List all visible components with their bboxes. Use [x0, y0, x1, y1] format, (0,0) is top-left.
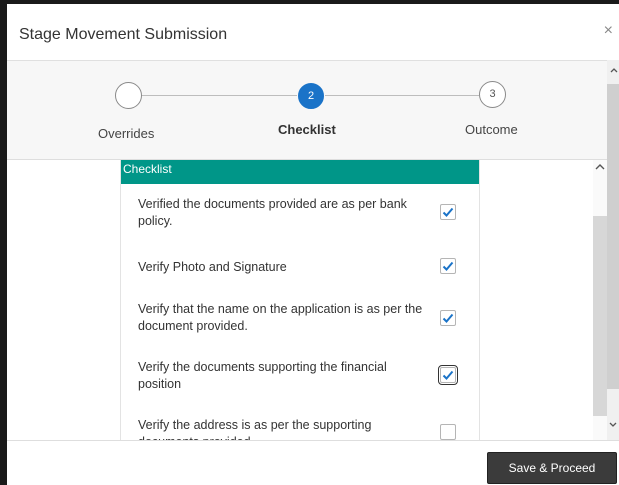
checklist-item-2: Verify Photo and Signature [138, 260, 287, 274]
checklist-item-4: Verify the documents supporting the fina… [138, 360, 387, 391]
checklist-item-5: Verify the address is as per the support… [138, 418, 372, 440]
checklist-scrollbar-thumb[interactable] [593, 216, 607, 416]
checklist-header: Checklist [121, 160, 479, 184]
chevron-up-icon[interactable] [595, 162, 605, 174]
window-frame-left [0, 0, 7, 485]
step-2-circle[interactable]: 2 [298, 83, 324, 109]
step-2-label[interactable]: Checklist [278, 122, 336, 137]
chevron-up-icon[interactable] [610, 64, 618, 76]
step-1-label[interactable]: Overrides [98, 126, 154, 141]
checklist-checkbox-1[interactable] [440, 204, 456, 220]
checklist-item-3: Verify that the name on the application … [138, 302, 423, 333]
check-icon [442, 261, 454, 271]
check-icon [442, 207, 454, 217]
step-3-circle[interactable]: 3 [479, 81, 506, 108]
checklist-panel: Checklist Verified the documents provide… [120, 160, 480, 440]
stepper: 2 3 Overrides Checklist Outcome [7, 61, 619, 159]
checklist-checkbox-2[interactable] [440, 258, 456, 274]
stage-movement-dialog: Stage Movement Submission × 2 3 Override… [7, 4, 619, 485]
chevron-down-icon[interactable] [609, 420, 617, 431]
step-connector-1 [133, 95, 297, 96]
checklist-scroll-area: Checklist Verified the documents provide… [7, 160, 607, 440]
dialog-scrollbar-thumb[interactable] [607, 84, 619, 389]
check-icon [442, 313, 454, 323]
step-1-circle[interactable] [115, 82, 142, 109]
step-3-label[interactable]: Outcome [465, 122, 518, 137]
close-icon[interactable]: × [604, 22, 613, 40]
checklist-item-1: Verified the documents provided are as p… [138, 197, 407, 228]
step-connector-2 [325, 95, 479, 96]
dialog-title: Stage Movement Submission [19, 26, 228, 43]
checklist-checkbox-5[interactable] [440, 424, 456, 440]
footer-divider [7, 440, 619, 441]
checklist-checkbox-4[interactable] [438, 365, 458, 385]
save-and-proceed-button[interactable]: Save & Proceed [487, 452, 617, 484]
check-icon [442, 370, 454, 380]
checklist-checkbox-3[interactable] [440, 310, 456, 326]
